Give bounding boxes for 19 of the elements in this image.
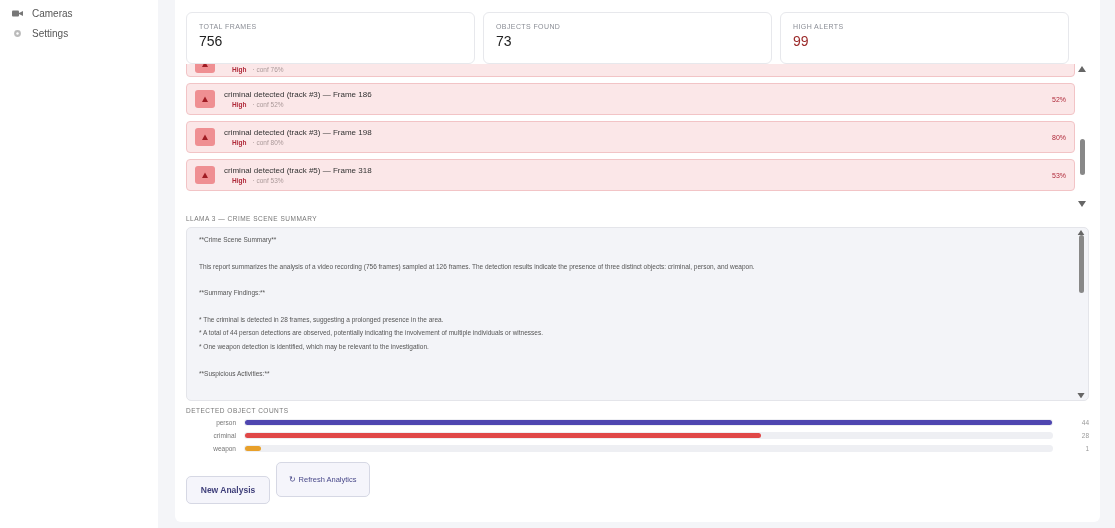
scrollbar-thumb[interactable]: [1079, 138, 1085, 175]
scroll-up-icon[interactable]: [1077, 230, 1085, 236]
sidebar-item[interactable]: Settings: [12, 28, 158, 39]
alert-title: criminal detected (track #3) — Frame 198: [224, 128, 373, 137]
scroll-up-icon[interactable]: [1078, 66, 1086, 72]
alert-title: criminal detected (track #3) — Frame 186: [224, 90, 373, 99]
scroll-down-icon[interactable]: [1078, 201, 1086, 207]
scrollbar-thumb[interactable]: [1078, 235, 1084, 293]
scroll-down-icon[interactable]: [1077, 392, 1085, 398]
alert-title: criminal detected (track #5) — Frame 318: [224, 166, 373, 175]
stat-value: 73: [496, 33, 513, 49]
sidebar-item[interactable]: Cameras: [12, 8, 158, 19]
warning-icon: [195, 128, 215, 146]
camera-icon: [12, 9, 23, 18]
warning-icon: [195, 90, 215, 108]
new-analysis-button[interactable]: New Analysis: [186, 476, 270, 504]
warning-icon: [195, 166, 215, 184]
stat-value: 99: [793, 33, 810, 49]
stat-value: 756: [199, 33, 224, 49]
